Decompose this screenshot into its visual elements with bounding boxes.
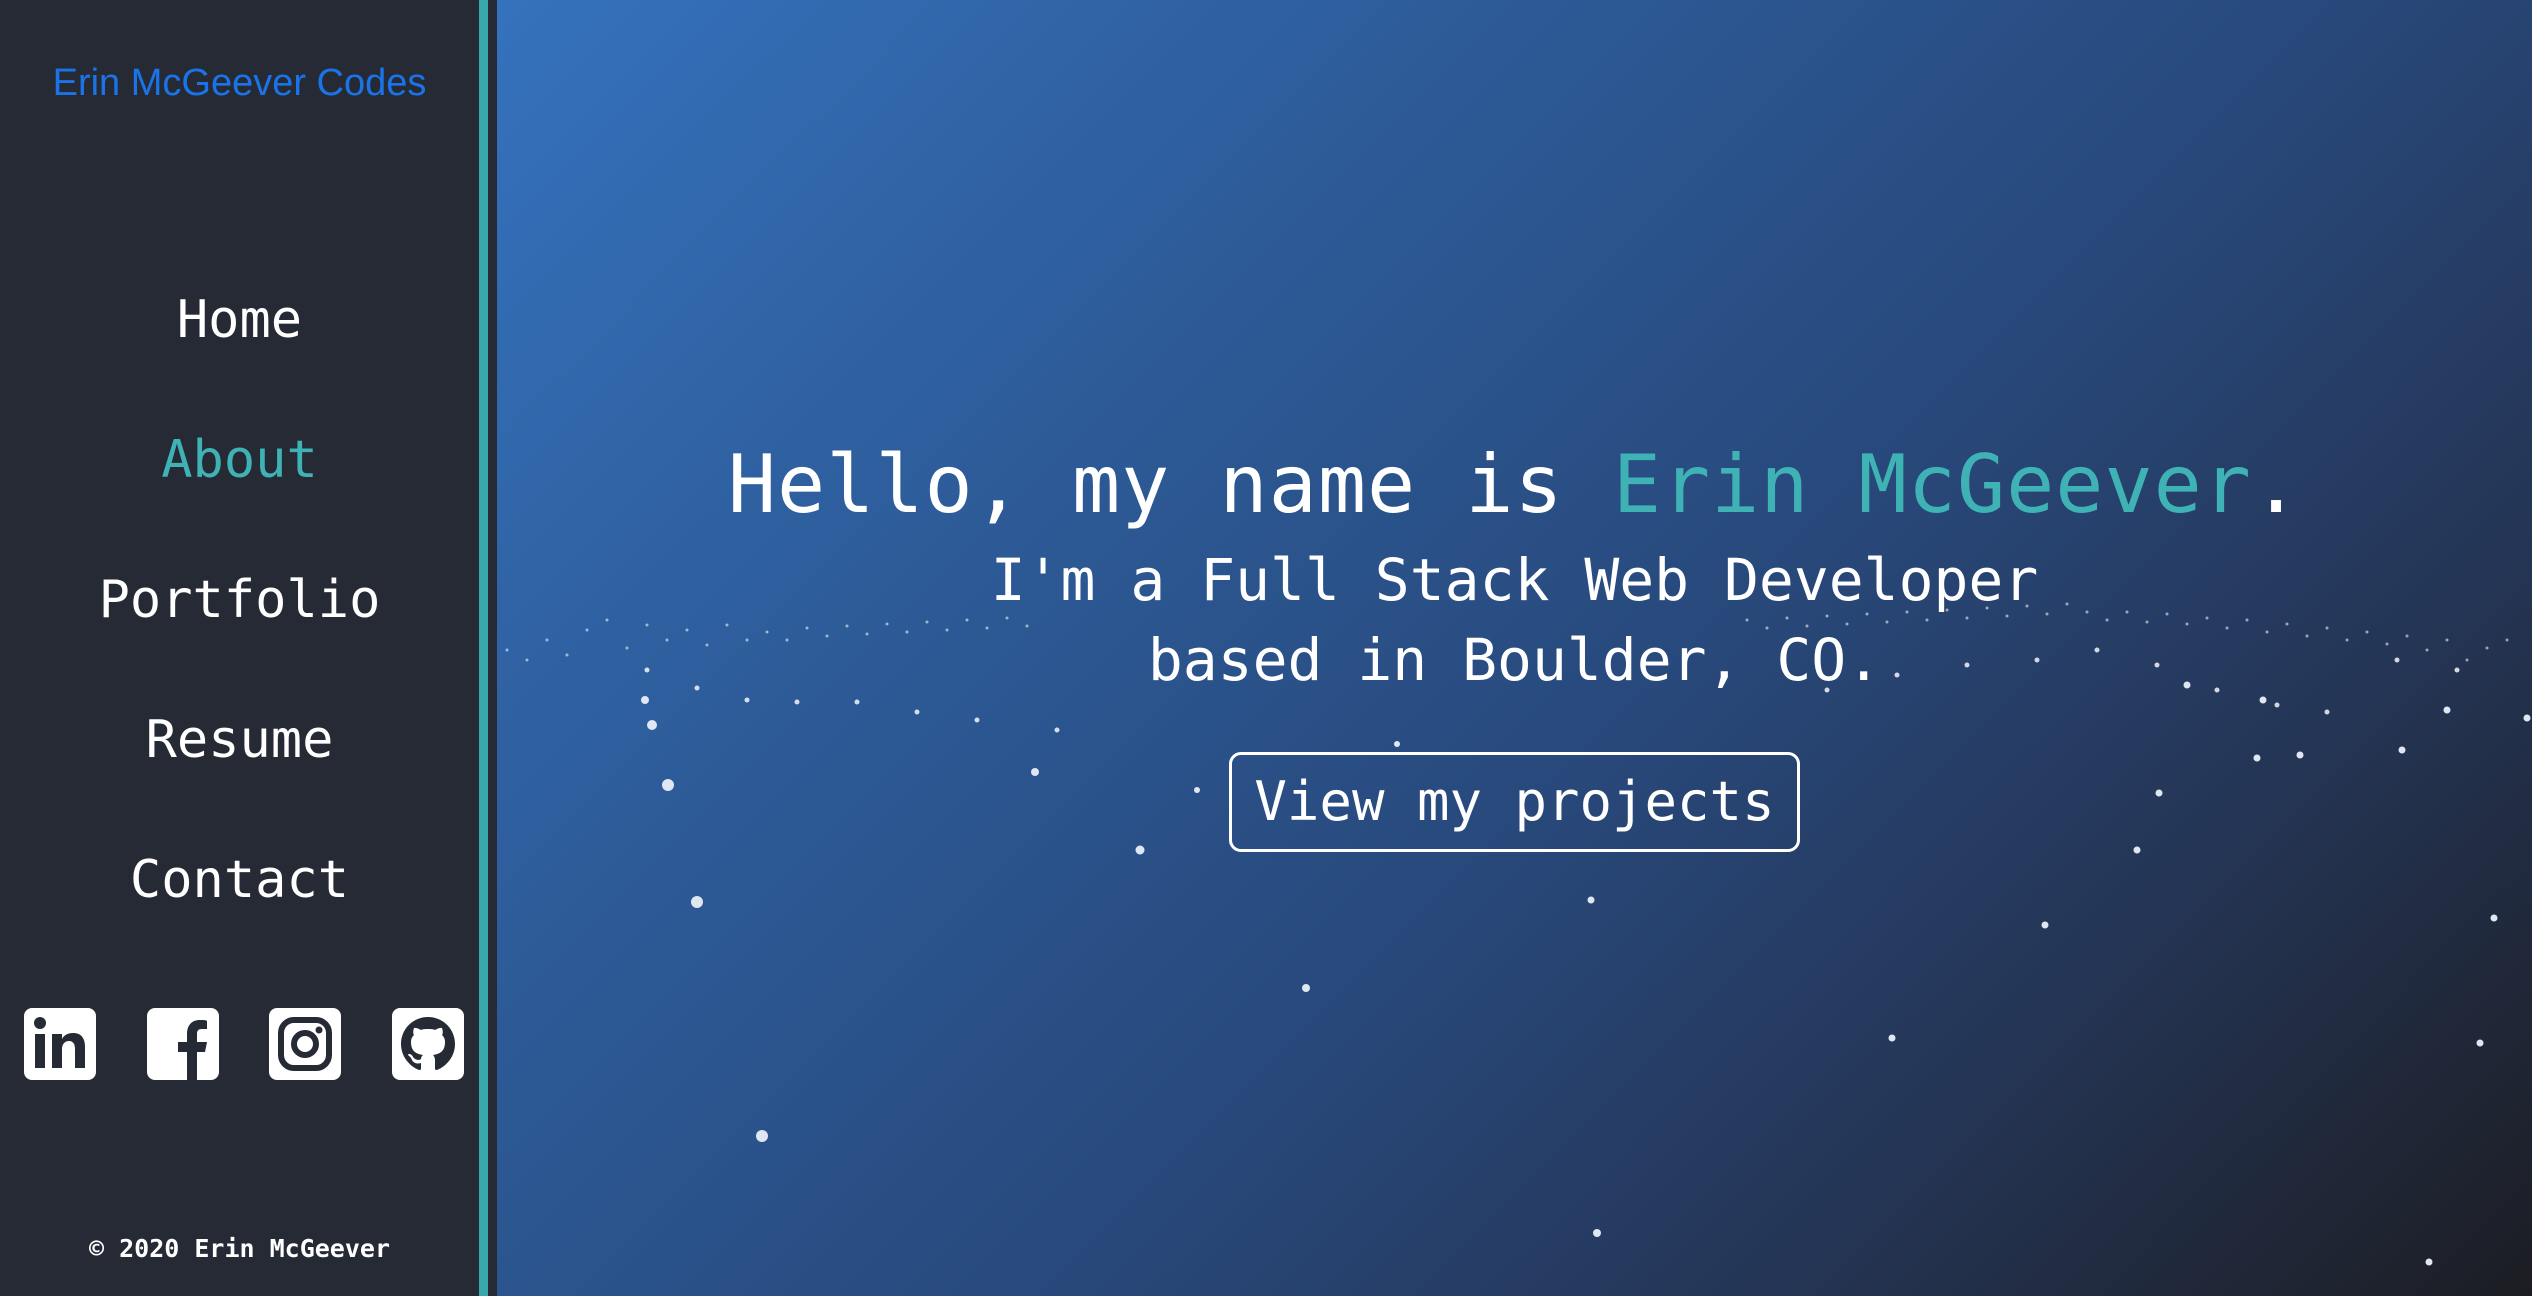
hero-role: I'm a Full Stack Web Developer xyxy=(990,546,2039,614)
brand-link[interactable]: Erin McGeever Codes xyxy=(0,62,479,105)
main-nav: Home About Portfolio Resume Contact xyxy=(0,270,479,970)
greeting-period: . xyxy=(2251,438,2302,531)
hero-section: Hello, my name is Erin McGeever. I'm a F… xyxy=(497,0,2532,1296)
name-highlight: Erin McGeever xyxy=(1612,438,2252,531)
hero-headline: Hello, my name is Erin McGeever. xyxy=(497,430,2532,540)
linkedin-icon[interactable] xyxy=(24,1008,96,1080)
nav-item-contact[interactable]: Contact xyxy=(0,830,479,970)
github-icon[interactable] xyxy=(391,1008,464,1080)
social-links xyxy=(24,1008,464,1080)
nav-item-about[interactable]: About xyxy=(0,410,479,550)
instagram-icon[interactable] xyxy=(269,1008,342,1080)
facebook-icon[interactable] xyxy=(146,1008,219,1080)
sidebar: Erin McGeever Codes Home About Portfolio… xyxy=(0,0,488,1296)
greeting-text: Hello, my name is xyxy=(727,438,1613,531)
hero-intro: Hello, my name is Erin McGeever. I'm a F… xyxy=(497,430,2532,852)
hero-location: based in Boulder, CO. xyxy=(1147,626,1882,694)
copyright: © 2020 Erin McGeever xyxy=(88,1234,391,1263)
nav-item-resume[interactable]: Resume xyxy=(0,690,479,830)
nav-item-portfolio[interactable]: Portfolio xyxy=(0,550,479,690)
view-projects-button[interactable]: View my projects xyxy=(1229,752,1800,852)
nav-item-home[interactable]: Home xyxy=(0,270,479,410)
